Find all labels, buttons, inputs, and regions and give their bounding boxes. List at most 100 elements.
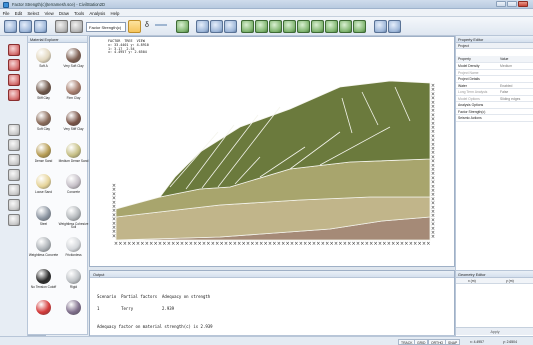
zoom-out-icon[interactable] [255, 20, 268, 33]
snap-tool-icon[interactable] [8, 214, 20, 226]
split-region-icon[interactable] [210, 20, 223, 33]
material-label: Rigid [69, 284, 78, 289]
material-label: Weightless Cohesive Soil [58, 221, 89, 230]
material-swatch[interactable] [36, 48, 51, 63]
property-value[interactable]: False [500, 90, 533, 94]
material-label: Weightless Concrete [28, 253, 59, 257]
geometry-editor-title: Geometry Editor [456, 271, 533, 278]
material-swatch[interactable] [36, 237, 51, 252]
menu-file[interactable]: File [0, 9, 12, 17]
region-tool-icon[interactable] [176, 20, 189, 33]
geometry-editor: Geometry Editor x (m) y (m) Apply [455, 270, 533, 336]
status-grid[interactable]: GRID [414, 338, 429, 345]
property-key: Project Name [458, 70, 479, 75]
merge-region-icon[interactable] [224, 20, 237, 33]
zoom-fit-icon[interactable] [269, 20, 282, 33]
material-swatch[interactable] [66, 300, 81, 315]
menu-analysis[interactable]: Analysis [87, 9, 108, 17]
slider-icon[interactable] [155, 24, 167, 26]
play-icon[interactable] [70, 20, 83, 33]
tool-strip [0, 36, 28, 345]
help-icon[interactable] [374, 20, 387, 33]
view-mesh-icon[interactable] [297, 20, 310, 33]
close-icon[interactable] [518, 1, 528, 7]
material-swatch[interactable] [66, 111, 81, 126]
material-label: Soft A [39, 64, 48, 68]
material-label: Dense Sand [34, 158, 53, 163]
water-tool-icon[interactable] [8, 124, 20, 136]
pan-icon[interactable] [283, 20, 296, 33]
material-label: Concrete [67, 190, 80, 194]
info-icon[interactable] [388, 20, 401, 33]
undo-icon[interactable] [55, 20, 68, 33]
property-header-row: Property Value [456, 56, 533, 63]
material-swatch[interactable] [36, 174, 51, 189]
property-value[interactable]: Medium [500, 64, 533, 68]
menu-draw[interactable]: Draw [56, 9, 71, 17]
material-swatch[interactable] [36, 300, 51, 315]
menu-select[interactable]: Select [25, 9, 42, 17]
material-swatch[interactable] [66, 205, 81, 221]
zoom-in-icon[interactable] [241, 20, 254, 33]
add-boundary-icon[interactable] [8, 74, 20, 86]
slope-model-drawing[interactable]: ××××××××××××× ××××××××××××××××××××××××××… [90, 37, 456, 268]
material-explorer: Material Explorer Soft A Very Soft Clay St… [28, 36, 88, 345]
text-tool-icon[interactable] [8, 184, 20, 196]
material-swatch[interactable] [36, 268, 51, 284]
factor-dropdown[interactable]: Factor Strength(c) [86, 21, 126, 32]
material-swatch[interactable] [36, 205, 51, 221]
property-row[interactable]: Seismic Actions [456, 115, 533, 122]
status-track[interactable]: TRACK [398, 338, 416, 345]
material-swatch[interactable] [66, 48, 81, 63]
status-snap[interactable]: SNAP [445, 338, 461, 345]
solve-icon[interactable] [128, 20, 141, 33]
property-value[interactable]: Sliding edges [500, 97, 533, 101]
property-key: Factor Strength(c) [458, 109, 486, 114]
material-label: Stiff Clay [37, 95, 50, 100]
material-swatch[interactable] [66, 79, 81, 95]
menu-help[interactable]: Help [108, 9, 122, 17]
new-file-icon[interactable] [4, 20, 17, 33]
open-file-icon[interactable] [19, 20, 32, 33]
dimension-tool-icon[interactable] [8, 199, 20, 211]
maximize-icon[interactable] [507, 1, 517, 7]
view-water-icon[interactable] [339, 20, 352, 33]
material-label: Medium Dense Sand [58, 158, 89, 163]
material-swatch[interactable] [36, 142, 51, 158]
geometry-columns: x (m) y (m) [456, 278, 533, 284]
material-swatch[interactable] [36, 79, 51, 95]
view-supports-icon[interactable] [325, 20, 338, 33]
material-swatch[interactable] [66, 237, 81, 252]
material-swatch[interactable] [66, 174, 81, 189]
support-tool-icon[interactable] [8, 139, 20, 151]
delta-symbol: δ [145, 22, 149, 29]
material-swatch[interactable] [66, 268, 81, 284]
material-explorer-title: Material Explorer [28, 36, 87, 43]
mesh-tool-icon[interactable] [8, 154, 20, 166]
property-key: Model Options [458, 96, 480, 101]
material-label: Soft Clay [37, 127, 50, 131]
add-load-icon[interactable] [8, 89, 20, 101]
menu-view[interactable]: View [42, 9, 56, 17]
material-swatch[interactable] [66, 142, 81, 158]
draw-region-icon[interactable] [196, 20, 209, 33]
view-results-icon[interactable] [353, 20, 366, 33]
minimize-icon[interactable] [496, 1, 506, 7]
view-loads-icon[interactable] [311, 20, 324, 33]
apply-button[interactable]: Apply [456, 327, 533, 335]
app-icon [3, 1, 9, 8]
menu-edit[interactable]: Edit [12, 9, 25, 17]
property-editor: Property Editor Project Property Value M… [455, 36, 533, 270]
select-tool-icon[interactable] [8, 44, 20, 56]
measure-tool-icon[interactable] [8, 169, 20, 181]
material-label: Very Soft Clay [63, 64, 84, 68]
property-editor-title: Property Editor [456, 36, 533, 43]
add-solid-icon[interactable] [8, 59, 20, 71]
save-icon[interactable] [34, 20, 47, 33]
model-viewport[interactable]: × × × × × × × × × × × × × × × × × × × × × × × × × × × × × × × × × × × × × × ×… [89, 36, 455, 267]
menu-bar: File Edit Select View Draw Tools Analysis Help [0, 9, 533, 17]
material-swatch[interactable] [36, 111, 51, 126]
menu-tools[interactable]: Tools [72, 9, 87, 17]
status-ortho[interactable]: ORTHO [428, 338, 447, 345]
property-value[interactable]: Enabled [500, 84, 533, 88]
